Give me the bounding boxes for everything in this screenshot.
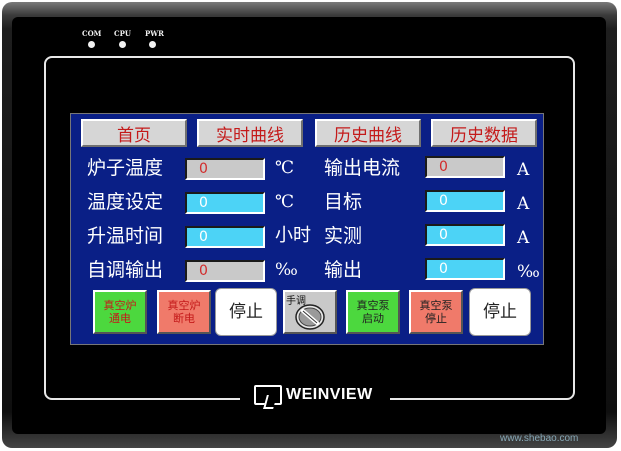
vac-furnace-power-on-button[interactable]: 真空炉 通电 [93,290,147,334]
measured-label: 实测 [324,225,363,247]
target-unit: A [517,194,530,214]
brand-text: WEINVIEW [286,386,373,403]
nav-realtime-curve-button[interactable]: 实时曲线 [197,119,303,147]
stop-button-1[interactable]: 停止 [215,288,277,336]
furnace-temp-value: 0 [185,158,265,180]
target-input[interactable]: 0 [425,190,505,212]
weinview-logo-icon [254,385,282,405]
vac-pump-start-label: 真空泵 启动 [357,299,390,325]
vac-furnace-power-off-label: 真空炉 断电 [168,299,201,325]
brand-logo: WEINVIEW [254,385,373,405]
vac-furnace-off-line2: 断电 [173,312,195,325]
ramp-time-input[interactable]: 0 [185,226,265,248]
vac-furnace-power-off-button[interactable]: 真空炉 断电 [157,290,211,334]
target-label: 目标 [324,191,363,213]
nav-history-curve-button[interactable]: 历史曲线 [315,119,421,147]
led-label-com: COM [82,29,102,38]
output-current-label: 输出电流 [324,157,401,179]
vac-pump-stop-label: 真空泵 停止 [420,299,453,325]
stop-button-2[interactable]: 停止 [469,288,531,336]
auto-output-unit: ‰ [275,260,298,280]
auto-output-value: 0 [185,260,265,282]
output-unit: ‰ [517,262,540,282]
vac-furnace-power-on-label: 真空炉 通电 [104,299,137,325]
output-input[interactable]: 0 [425,258,505,280]
vac-pump-start-line2: 启动 [362,312,384,325]
manual-switch-knob-icon [295,304,325,330]
watermark: www.shebao.com [500,433,579,444]
vac-furnace-on-line1: 真空炉 [103,299,137,312]
vac-pump-start-line1: 真空泵 [356,299,390,312]
vac-pump-start-button[interactable]: 真空泵 启动 [346,290,400,334]
auto-output-label: 自调输出 [87,259,164,281]
led-label-pwr: PWR [145,29,164,38]
hmi-screen: 首页 实时曲线 历史曲线 历史数据 炉子温度 0 ℃ 输出电流 0 A 温度设定… [70,113,544,345]
output-current-value: 0 [425,156,505,178]
vac-pump-stop-button[interactable]: 真空泵 停止 [409,290,463,334]
vac-furnace-on-line2: 通电 [109,312,131,325]
vac-pump-stop-line2: 停止 [425,312,447,325]
led-label-cpu: CPU [114,29,131,38]
measured-input[interactable]: 0 [425,224,505,246]
nav-history-data-button[interactable]: 历史数据 [431,119,537,147]
ramp-time-label: 升温时间 [87,225,164,247]
output-current-unit: A [517,160,530,180]
furnace-temp-unit: ℃ [275,158,295,178]
output-label: 输出 [324,259,363,281]
manual-switch[interactable]: 手调 [283,290,337,334]
temp-setting-input[interactable]: 0 [185,192,265,214]
furnace-temp-label: 炉子温度 [87,157,164,179]
temp-setting-label: 温度设定 [87,191,164,213]
temp-setting-unit: ℃ [275,192,295,212]
led-com [88,41,95,48]
nav-home-button[interactable]: 首页 [81,119,187,147]
hmi-device: COM CPU PWR WEINVIEW www.shebao.com 首页 实… [0,0,621,451]
ramp-time-unit: 小时 [275,225,311,246]
led-cpu [119,41,126,48]
measured-unit: A [517,228,530,248]
vac-pump-stop-line1: 真空泵 [419,299,453,312]
led-pwr [149,41,156,48]
vac-furnace-off-line1: 真空炉 [167,299,201,312]
